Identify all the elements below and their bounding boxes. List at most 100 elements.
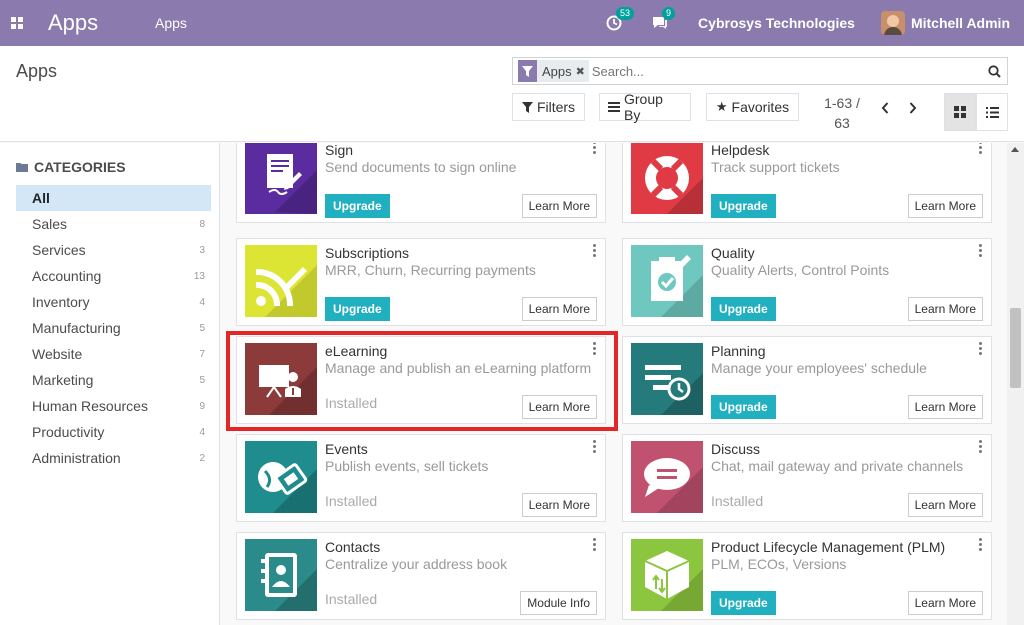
upgrade-button[interactable]: Upgrade [711, 591, 776, 615]
upgrade-button[interactable]: Upgrade [711, 297, 776, 321]
category-label: Inventory [32, 294, 90, 310]
card-dropdown-icon[interactable] [591, 342, 597, 355]
filters-button[interactable]: Filters [512, 93, 585, 121]
card-dropdown-icon[interactable] [977, 538, 983, 551]
learn-more-button[interactable]: Learn More [521, 493, 597, 517]
category-item-website[interactable]: Website 7 [16, 341, 211, 367]
category-label: Accounting [32, 268, 102, 284]
pager-previous-icon[interactable] [878, 101, 892, 115]
category-item-marketing[interactable]: Marketing 5 [16, 367, 211, 393]
search-facet[interactable]: Apps ✖ [518, 60, 589, 82]
favorites-button[interactable]: ★ Favorites [706, 93, 799, 121]
app-card-subscriptions[interactable]: Subscriptions MRR, Churn, Recurring paym… [236, 238, 606, 326]
scroll-thumb[interactable] [1010, 308, 1021, 388]
app-name: Events [325, 441, 368, 457]
messages-chat-icon[interactable]: 9 [650, 7, 676, 33]
learn-more-button[interactable]: Learn More [521, 395, 597, 419]
pager-value[interactable]: 1-63 / 63 [818, 93, 866, 133]
card-dropdown-icon[interactable] [591, 143, 597, 154]
learn-more-button[interactable]: Learn More [521, 194, 597, 218]
card-dropdown-icon[interactable] [977, 342, 983, 355]
user-menu[interactable]: Mitchell Admin [880, 11, 1010, 35]
module-info-button[interactable]: Module Info [520, 591, 597, 615]
app-card-sign[interactable]: Sign Send documents to sign online Upgra… [236, 143, 606, 223]
scroll-up-arrow-icon[interactable] [1011, 147, 1019, 152]
app-card-planning[interactable]: Planning Manage your employees' schedule… [622, 336, 992, 424]
learn-more-button[interactable]: Learn More [907, 591, 983, 615]
app-summary: Manage your employees' schedule [711, 360, 927, 376]
learn-more-button[interactable]: Learn More [907, 493, 983, 517]
category-item-productivity[interactable]: Productivity 4 [16, 419, 211, 445]
group-by-label: Group By [624, 91, 663, 123]
category-item-administration[interactable]: Administration 2 [16, 445, 211, 471]
app-name: Planning [711, 343, 766, 359]
folder-icon [16, 162, 28, 172]
app-name: eLearning [325, 343, 388, 359]
category-count: 9 [199, 400, 205, 412]
app-card-events[interactable]: Events Publish events, sell tickets Inst… [236, 434, 606, 522]
avatar [880, 11, 905, 35]
category-count: 8 [199, 218, 205, 230]
messages-badge: 9 [662, 7, 676, 20]
list-view-icon[interactable] [976, 93, 1008, 131]
ticket-globe-icon [245, 441, 317, 513]
app-menu-icon[interactable] [2, 0, 32, 46]
category-label: All [32, 190, 50, 206]
pager-next-icon[interactable] [906, 101, 920, 115]
search-bar: Apps ✖ [512, 57, 1008, 85]
app-name: Discuss [711, 441, 761, 457]
category-list: All Sales 8 Services 3 Accounting 13 Invent… [16, 185, 211, 471]
magnifier-icon[interactable] [981, 58, 1007, 84]
category-count: 2 [199, 452, 205, 464]
learn-more-button[interactable]: Learn More [521, 297, 597, 321]
category-item-services[interactable]: Services 3 [16, 237, 211, 263]
company-switcher[interactable]: Cybrosys Technologies [698, 15, 855, 31]
app-summary: Quality Alerts, Control Points [711, 262, 890, 278]
card-dropdown-icon[interactable] [591, 538, 597, 551]
activity-clock-icon[interactable]: 53 [604, 7, 635, 33]
category-label: Administration [32, 450, 121, 466]
bars-icon [608, 102, 620, 112]
group-by-button[interactable]: Group By [599, 91, 691, 123]
category-item-all[interactable]: All [16, 185, 211, 211]
nav-menu-apps[interactable]: Apps [155, 15, 187, 31]
app-card-helpdesk[interactable]: Helpdesk Track support tickets Upgrade L… [622, 143, 992, 223]
card-dropdown-icon[interactable] [977, 440, 983, 453]
category-count: 5 [199, 322, 205, 334]
category-label: Manufacturing [32, 320, 121, 336]
upgrade-button[interactable]: Upgrade [325, 194, 390, 218]
app-summary: Chat, mail gateway and private channels [711, 458, 964, 474]
card-dropdown-icon[interactable] [591, 440, 597, 453]
card-dropdown-icon[interactable] [977, 244, 983, 257]
facet-remove-icon[interactable]: ✖ [576, 65, 589, 78]
installed-status: Installed [325, 395, 378, 411]
upgrade-button[interactable]: Upgrade [711, 194, 776, 218]
app-card-elearning[interactable]: eLearning Manage and publish an eLearnin… [236, 336, 606, 424]
search-input[interactable] [588, 59, 981, 83]
user-name: Mitchell Admin [910, 15, 1010, 31]
nav-brand[interactable]: Apps [48, 10, 140, 36]
app-card-quality[interactable]: Quality Quality Alerts, Control Points U… [622, 238, 992, 326]
category-item-manufacturing[interactable]: Manufacturing 5 [16, 315, 211, 341]
kanban-view-icon[interactable] [944, 93, 976, 131]
learn-more-button[interactable]: Learn More [907, 194, 983, 218]
category-item-human-resources[interactable]: Human Resources 9 [16, 393, 211, 419]
app-summary: Publish events, sell tickets [325, 458, 489, 474]
card-dropdown-icon[interactable] [591, 244, 597, 257]
category-item-inventory[interactable]: Inventory 4 [16, 289, 211, 315]
category-item-sales[interactable]: Sales 8 [16, 211, 211, 237]
top-navbar: Apps Apps 53 9 Cybrosys Technologies Mit… [0, 0, 1024, 46]
app-card-plm[interactable]: Product Lifecycle Management (PLM) PLM, … [622, 532, 992, 620]
app-card-contacts[interactable]: Contacts Centralize your address book In… [236, 532, 606, 620]
clipboard-check-icon [631, 245, 703, 317]
scrollbar[interactable] [1007, 143, 1024, 625]
learn-more-button[interactable]: Learn More [907, 297, 983, 321]
app-card-discuss[interactable]: Discuss Chat, mail gateway and private c… [622, 434, 992, 522]
favorites-label: Favorites [731, 99, 790, 115]
page-title: Apps [16, 61, 58, 81]
card-dropdown-icon[interactable] [977, 143, 983, 154]
upgrade-button[interactable]: Upgrade [325, 297, 390, 321]
learn-more-button[interactable]: Learn More [907, 395, 983, 419]
upgrade-button[interactable]: Upgrade [711, 395, 776, 419]
category-item-accounting[interactable]: Accounting 13 [16, 263, 211, 289]
